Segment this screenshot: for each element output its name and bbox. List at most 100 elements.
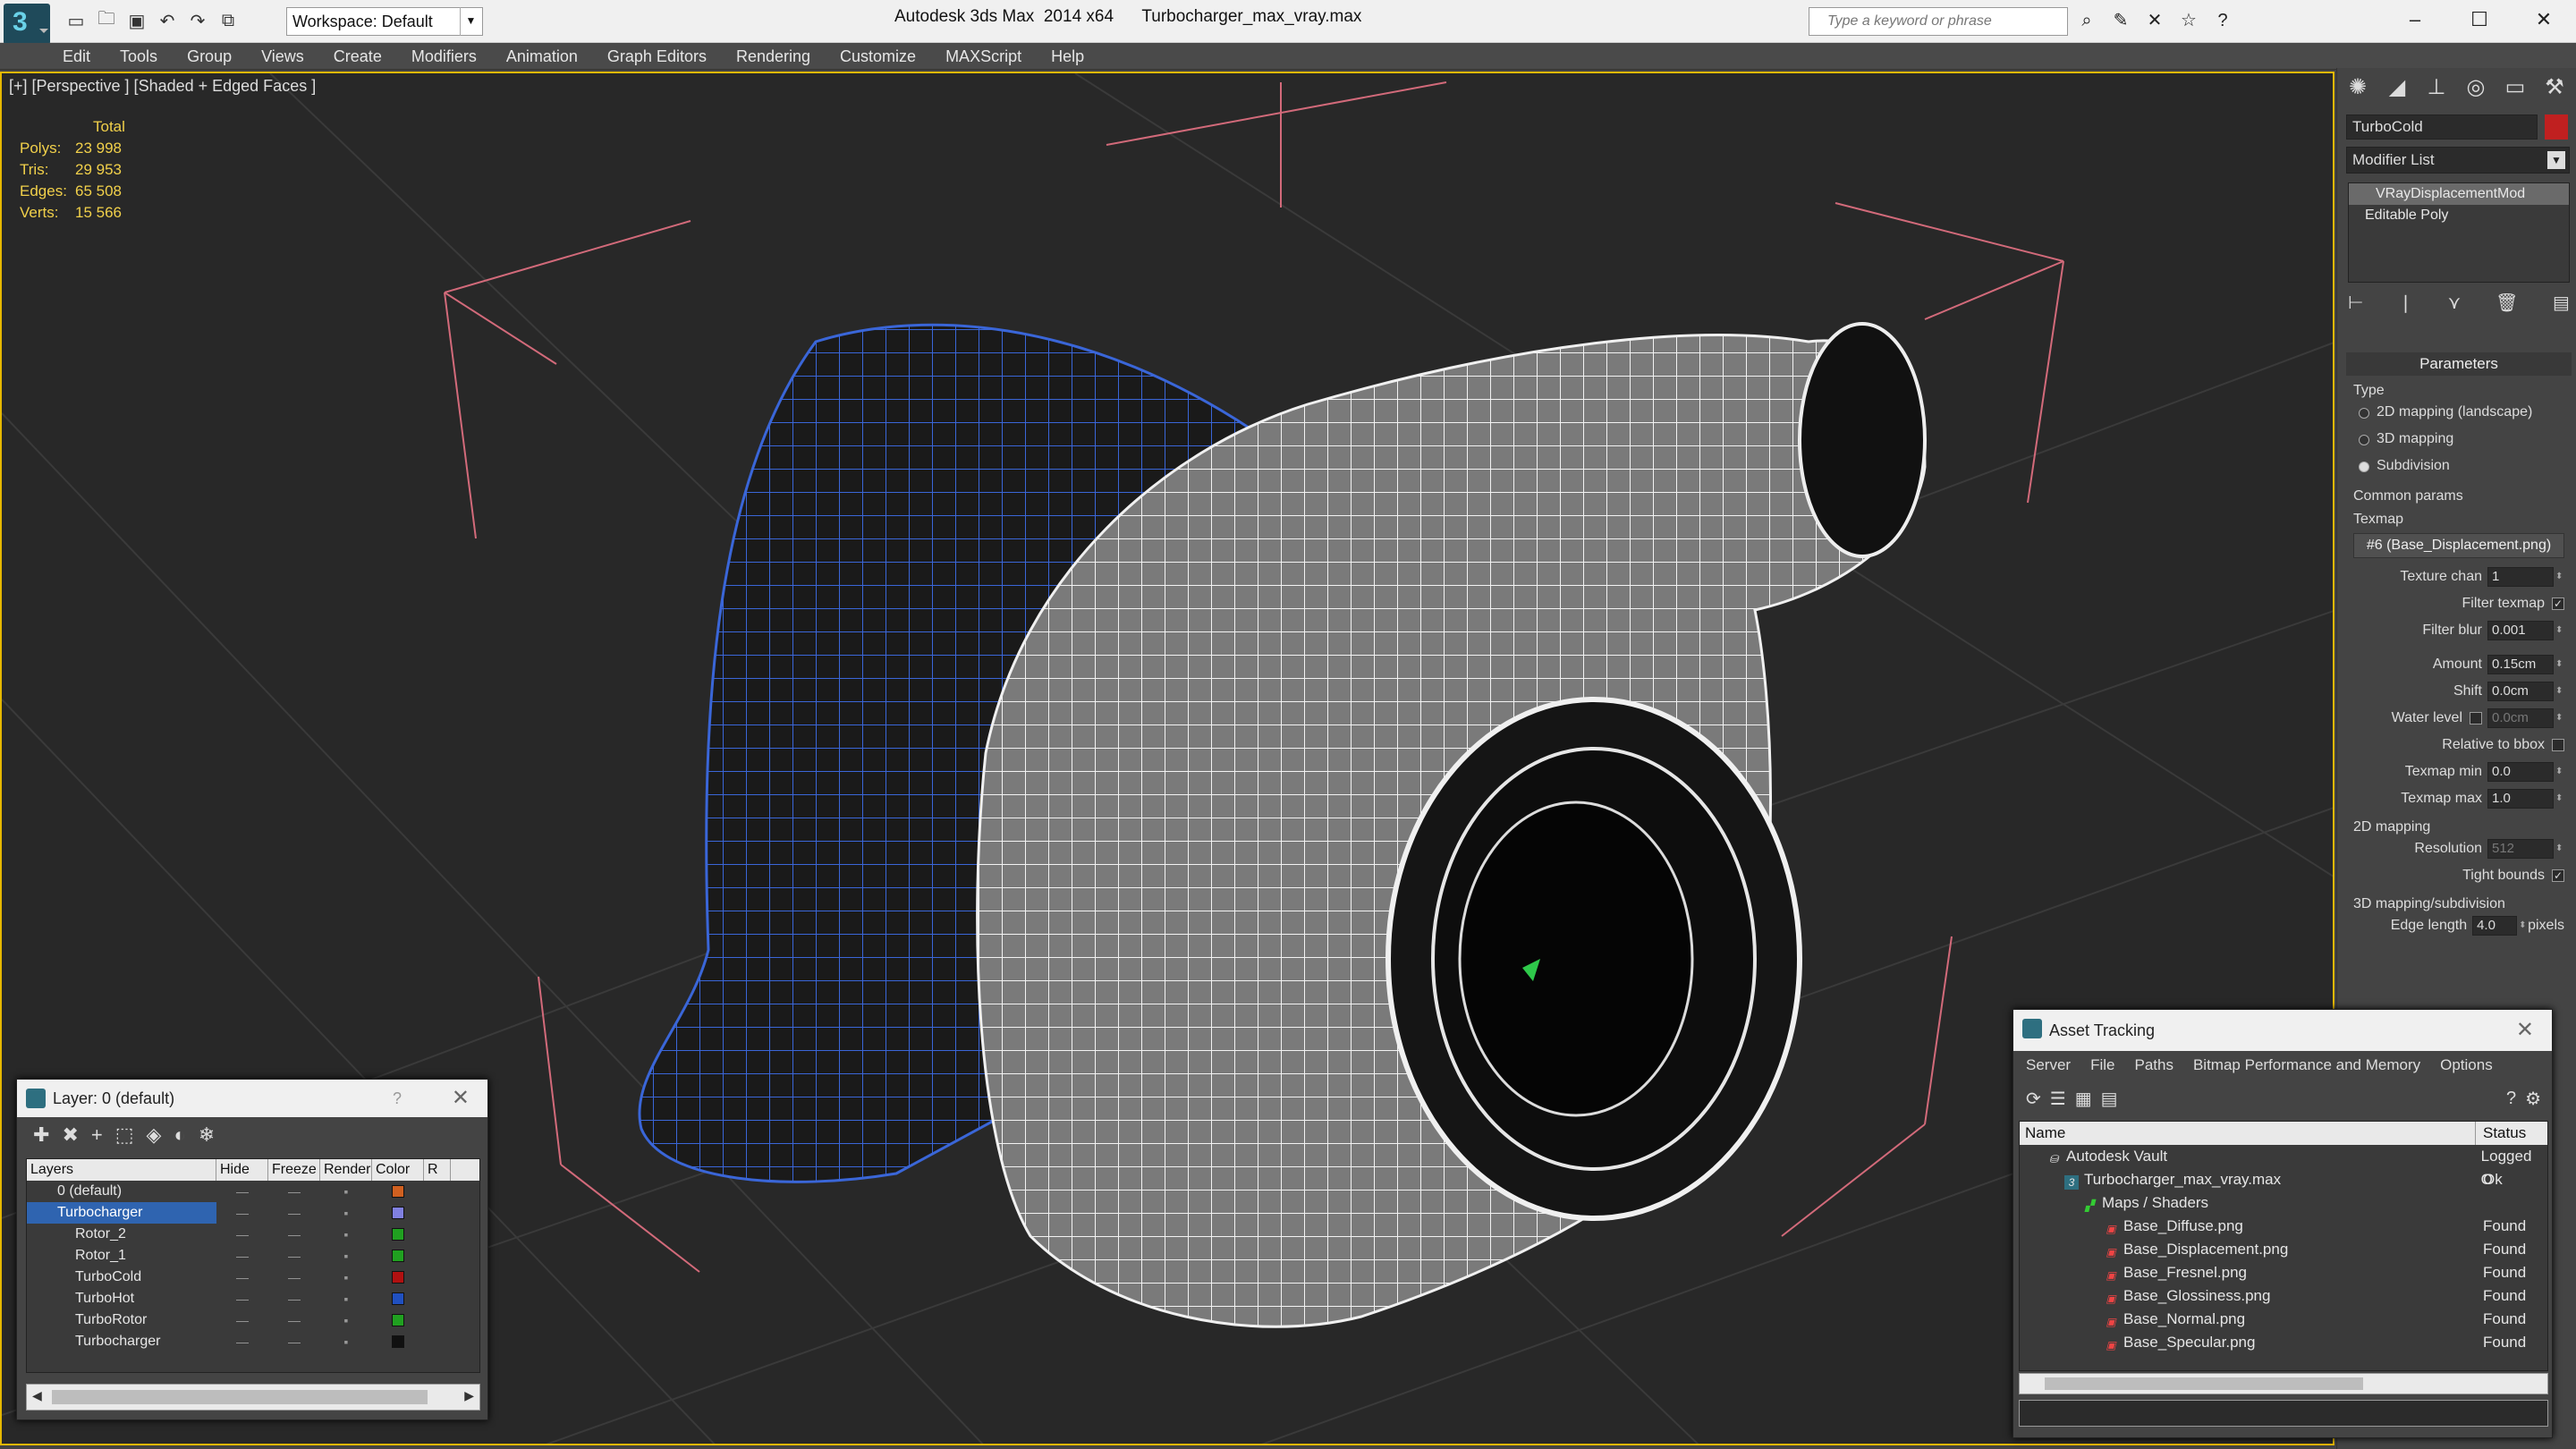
layer-color[interactable] (372, 1288, 424, 1309)
menu-rendering[interactable]: Rendering (736, 43, 810, 69)
asset-row[interactable]: 3 Turbocharger_max_vray.max Ok (2020, 1168, 2547, 1191)
col-freeze[interactable]: Freeze (268, 1159, 320, 1181)
layer-color[interactable] (372, 1224, 424, 1245)
edge-length-input[interactable]: 4.0 (2472, 916, 2518, 936)
freeze-all-icon[interactable]: ❄ (199, 1123, 215, 1147)
render-toggle[interactable]: ▪ (320, 1288, 372, 1309)
delete-layer-icon[interactable]: ✖ (62, 1123, 78, 1147)
utilities-tab-icon[interactable]: ⚒ (2538, 72, 2572, 104)
relative-bbox-checkbox[interactable] (2552, 739, 2564, 751)
help-icon[interactable]: ? (2506, 1089, 2516, 1109)
select-objects-icon[interactable]: ⬚ (115, 1123, 134, 1147)
horizontal-scrollbar[interactable]: ◀ ▶ (26, 1384, 480, 1411)
asset-row[interactable]: ▣ Base_Normal.png Found (2020, 1308, 2547, 1331)
freeze-toggle[interactable]: — (268, 1267, 320, 1288)
new-file-icon[interactable]: ▭ (63, 7, 89, 34)
layer-row[interactable]: TurboHot — — ▪ (27, 1288, 479, 1309)
create-layer-icon[interactable]: ✚ (33, 1123, 49, 1147)
asset-menu-options[interactable]: Options (2440, 1051, 2493, 1080)
pin-stack-icon[interactable]: ⊢ (2348, 292, 2363, 314)
scroll-thumb[interactable] (52, 1390, 428, 1404)
asset-dialog-titlebar[interactable]: Asset Tracking ✕ (2013, 1010, 2552, 1051)
hide-toggle[interactable]: — (216, 1309, 268, 1331)
stack-item-vray-displacement[interactable]: VRayDisplacementMod (2349, 183, 2569, 205)
shift-input[interactable]: 0.0cm (2487, 682, 2554, 701)
spinner-icon[interactable]: ⬍ (2555, 651, 2564, 678)
save-icon[interactable]: ▣ (123, 7, 150, 34)
hide-toggle[interactable]: — (216, 1245, 268, 1267)
maximize-button[interactable]: ☐ (2447, 0, 2512, 39)
radio-2d-mapping[interactable]: 2D mapping (landscape) (2346, 399, 2572, 426)
spinner-icon[interactable]: ⬍ (2555, 617, 2564, 644)
open-file-icon[interactable]: 🗀 (93, 7, 120, 34)
undo-icon[interactable]: ↶ (154, 7, 181, 34)
spinner-icon[interactable]: ⬍ (2519, 912, 2528, 939)
scroll-left-icon[interactable]: ◀ (32, 1388, 42, 1403)
layer-row[interactable]: Rotor_1— — ▪ (27, 1245, 479, 1267)
render-toggle[interactable]: ▪ (320, 1202, 372, 1224)
stack-item-editable-poly[interactable]: Editable Poly (2349, 205, 2569, 226)
scroll-right-icon[interactable]: ▶ (464, 1388, 474, 1403)
texture-chan-input[interactable]: 1 (2487, 567, 2554, 587)
asset-row[interactable]: ▣ Base_Glossiness.png Found (2020, 1284, 2547, 1308)
favorites-star-icon[interactable]: ☆ (2175, 7, 2202, 34)
render-toggle[interactable]: ▪ (320, 1181, 372, 1202)
spinner-icon[interactable]: ⬍ (2555, 785, 2564, 812)
render-toggle[interactable]: ▪ (320, 1245, 372, 1267)
hide-toggle[interactable]: — (216, 1202, 268, 1224)
filter-texmap-checkbox[interactable]: ✓ (2552, 597, 2564, 610)
texmap-button[interactable]: #6 (Base_Displacement.png) (2353, 533, 2564, 558)
water-level-checkbox[interactable] (2470, 712, 2482, 724)
asset-row[interactable]: ▣ Base_Diffuse.png Found (2020, 1215, 2547, 1238)
settings-icon[interactable]: ⚙ (2525, 1088, 2541, 1110)
make-unique-icon[interactable]: ⋎ (2448, 292, 2462, 314)
minimize-button[interactable]: – (2383, 0, 2447, 39)
add-to-layer-icon[interactable]: + (91, 1123, 103, 1147)
horizontal-scrollbar[interactable] (2019, 1373, 2548, 1394)
project-folder-icon[interactable]: ⧉ (215, 7, 242, 34)
radio-subdivision[interactable]: Subdivision (2346, 453, 2572, 479)
chevron-down-icon[interactable]: ▼ (460, 7, 481, 36)
spinner-icon[interactable]: ⬍ (2555, 564, 2564, 590)
layer-color[interactable] (372, 1245, 424, 1267)
object-color-swatch[interactable] (2545, 114, 2568, 140)
menu-modifiers[interactable]: Modifiers (411, 43, 477, 69)
app-menu-button[interactable]: 3 (4, 4, 50, 45)
asset-row[interactable]: ⛁ Autodesk Vault Logged O (2020, 1145, 2547, 1188)
col-status[interactable]: Status (2476, 1122, 2526, 1145)
hide-toggle[interactable]: — (216, 1288, 268, 1309)
freeze-toggle[interactable]: — (268, 1202, 320, 1224)
tight-bounds-checkbox[interactable]: ✓ (2552, 869, 2564, 882)
close-icon[interactable]: ✕ (2516, 1010, 2534, 1051)
exchange-icon[interactable]: ✕ (2141, 7, 2168, 34)
menu-create[interactable]: Create (334, 43, 382, 69)
layer-row[interactable]: Rotor_2— — ▪ (27, 1224, 479, 1245)
asset-path-field[interactable] (2019, 1400, 2548, 1427)
list-view-icon[interactable]: ☰ (2050, 1088, 2066, 1110)
help-button[interactable]: ? (393, 1080, 402, 1117)
col-r[interactable]: R (424, 1159, 451, 1181)
asset-row[interactable]: ▞ Maps / Shaders (2020, 1191, 2547, 1215)
layer-dialog-titlebar[interactable]: Layer: 0 (default) ? ✕ (17, 1080, 487, 1117)
render-toggle[interactable]: ▪ (320, 1267, 372, 1288)
render-toggle[interactable]: ▪ (320, 1309, 372, 1331)
menu-help[interactable]: Help (1051, 43, 1084, 69)
layer-row[interactable]: 0 (default) — — ▪ (27, 1181, 479, 1202)
menu-animation[interactable]: Animation (506, 43, 578, 69)
modify-tab-icon[interactable]: ◢ (2380, 72, 2414, 104)
layer-row[interactable]: TurboCold — — ▪ (27, 1267, 479, 1288)
binoculars-icon[interactable]: ⌕ (2073, 7, 2100, 34)
spinner-icon[interactable]: ⬍ (2555, 758, 2564, 785)
redo-icon[interactable]: ↷ (184, 7, 211, 34)
rollout-header[interactable]: Parameters (2346, 352, 2572, 376)
col-hide[interactable]: Hide (216, 1159, 268, 1181)
table-view-icon[interactable]: ▤ (2101, 1088, 2118, 1110)
col-render[interactable]: Render (320, 1159, 372, 1181)
spinner-icon[interactable]: ⬍ (2555, 678, 2564, 705)
remove-modifier-icon[interactable]: 🗑 (2496, 292, 2518, 314)
menu-views[interactable]: Views (261, 43, 304, 69)
render-toggle[interactable]: ▪ (320, 1224, 372, 1245)
layer-color[interactable] (372, 1267, 424, 1288)
resolution-input[interactable]: 512 (2487, 839, 2554, 859)
texmap-min-input[interactable]: 0.0 (2487, 762, 2554, 782)
